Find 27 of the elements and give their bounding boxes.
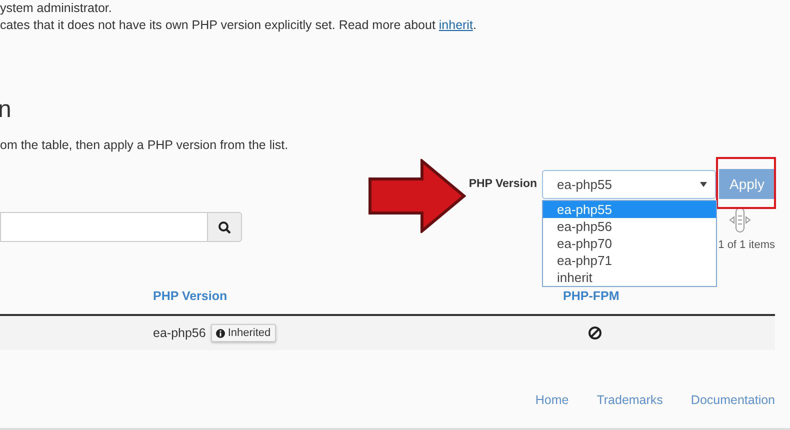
footer-link[interactable]: Documentation <box>690 393 775 407</box>
search-button[interactable] <box>207 212 242 242</box>
dropdown-option[interactable]: ea-php70 <box>543 234 716 252</box>
search-icon <box>218 220 231 234</box>
dropdown-option[interactable]: ea-php55 <box>543 200 716 218</box>
inherited-badge: Inherited <box>210 324 276 342</box>
arrow-icon <box>368 159 466 233</box>
column-header[interactable]: PHP-FPM <box>430 289 775 303</box>
apply-button[interactable]: Apply <box>719 169 775 199</box>
notice-text: cates that it does not have its own PHP version explicitly set. Read more about inherit. <box>0 17 478 34</box>
dropdown-option[interactable]: inherit <box>543 268 716 286</box>
dropdown-option[interactable]: ea-php56 <box>543 218 716 234</box>
highlight-frame <box>716 157 776 209</box>
instruction-text: om the table, then apply a PHP version from the list. <box>0 138 290 152</box>
footer-link[interactable]: Home <box>535 393 569 407</box>
version-select[interactable]: ea-php55 <box>542 170 716 198</box>
info-icon <box>216 328 225 338</box>
column-header[interactable]: PHP Version <box>0 289 430 303</box>
caret-icon <box>700 182 707 186</box>
inherit-link[interactable]: inherit <box>438 18 473 32</box>
select-label: PHP Version <box>468 178 537 190</box>
dropdown-option[interactable]: ea-php71 <box>543 252 716 268</box>
search-field[interactable] <box>0 212 207 242</box>
footer-link[interactable]: Trademarks <box>596 393 663 407</box>
table-cell: ea-php56 <box>153 326 206 340</box>
pagination-summary: 1 of 1 items <box>718 239 775 251</box>
notice-text: ystem administrator. <box>0 0 113 17</box>
